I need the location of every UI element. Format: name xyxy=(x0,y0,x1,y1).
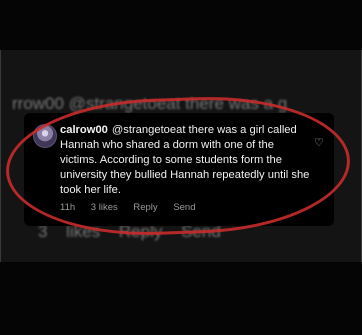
comment-likes-link[interactable]: 3 likes xyxy=(91,202,118,213)
reply-button[interactable]: Reply xyxy=(133,202,157,213)
dark-band-bottom xyxy=(0,262,362,335)
comment-time: 11h xyxy=(60,202,76,213)
dark-band-top xyxy=(0,0,362,50)
comment-username[interactable]: calrow00 xyxy=(60,124,108,136)
avatar[interactable] xyxy=(33,124,57,148)
comment-body: calrow00 @strangetoeat there was a girl c… xyxy=(60,123,312,198)
blurred-background-comment: rrow00 @strangetoeat there was a g xyxy=(12,94,288,113)
heart-icon[interactable]: ♡ xyxy=(314,136,324,149)
send-button[interactable]: Send xyxy=(173,202,195,213)
comment-meta: 11h 3 likes Reply Send xyxy=(60,202,209,213)
